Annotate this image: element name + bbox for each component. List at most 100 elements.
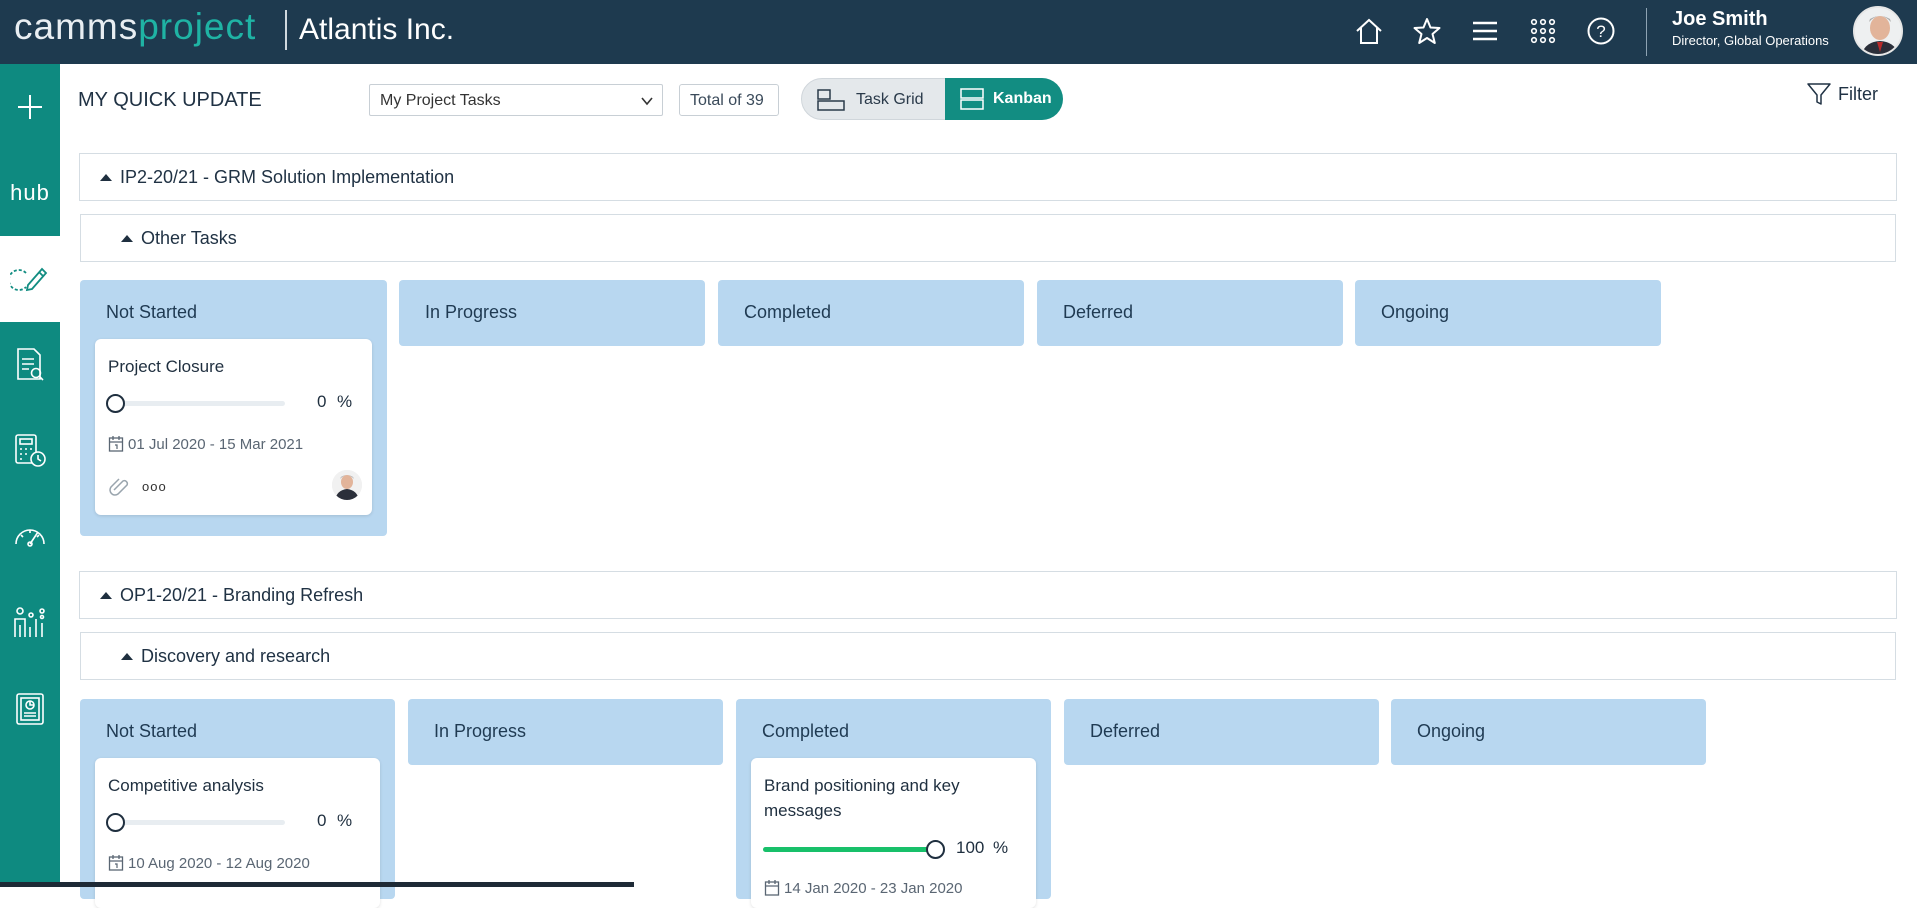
calendar-icon: [108, 855, 124, 871]
calendar-icon: [108, 436, 124, 452]
progress-handle[interactable]: [926, 840, 945, 859]
add-icon[interactable]: [0, 64, 60, 150]
task-dates: 10 Aug 2020 - 12 Aug 2020: [108, 854, 310, 872]
kanban-column-in-progress: In Progress: [408, 699, 723, 765]
task-card[interactable]: Project Closure 0 % 01 Jul 2020 - 15 Mar…: [95, 339, 372, 515]
task-date-range: 14 Jan 2020 - 23 Jan 2020: [784, 879, 963, 897]
kanban-column-not-started: Not Started Competitive analysis 0 % 10 …: [80, 699, 395, 908]
horizontal-scrollbar[interactable]: [0, 882, 634, 887]
subgroup-title: Discovery and research: [141, 645, 331, 666]
assignee-avatar[interactable]: [332, 470, 362, 500]
top-bar: cammsproject Atlantis Inc. ? Joe Smith D…: [0, 0, 1917, 64]
people-chart-icon[interactable]: [0, 580, 60, 666]
subgroup-title: Other Tasks: [141, 227, 237, 248]
subgroup-header[interactable]: Other Tasks: [80, 214, 1896, 262]
sidebar: hub: [0, 64, 60, 887]
user-name[interactable]: Joe Smith: [1672, 8, 1768, 31]
help-icon[interactable]: ?: [1572, 8, 1630, 54]
task-scope-select[interactable]: My Project Tasks: [369, 84, 663, 116]
kanban-column-in-progress: In Progress: [399, 280, 705, 346]
quick-update-icon[interactable]: [0, 236, 60, 322]
kanban-icon: [960, 88, 984, 110]
kanban-button[interactable]: Kanban: [945, 78, 1063, 120]
kanban-column-not-started: Not Started Project Closure 0 % 01 Jul 2…: [80, 280, 387, 536]
task-dates: 14 Jan 2020 - 23 Jan 2020: [764, 879, 962, 897]
percent-sign: %: [337, 811, 353, 830]
star-icon[interactable]: [1398, 8, 1456, 54]
progress-percent: 0: [317, 811, 327, 830]
hub-label: hub: [10, 180, 50, 205]
project-group-header[interactable]: OP1-20/21 - Branding Refresh: [79, 571, 1897, 619]
document-search-icon[interactable]: [0, 322, 60, 408]
task-scope-value: My Project Tasks: [380, 92, 501, 109]
progress-slider[interactable]: [106, 813, 285, 832]
card-footer: ooo: [108, 476, 167, 496]
progress-slider[interactable]: [106, 394, 285, 413]
percent-sign: %: [993, 838, 1009, 857]
task-title: Project Closure: [108, 357, 225, 376]
collapse-caret-icon: [100, 173, 112, 181]
progress-percent: 0: [317, 392, 327, 411]
menu-icon[interactable]: [1456, 8, 1514, 54]
apps-grid-icon[interactable]: [1514, 8, 1572, 54]
chevron-down-icon: [640, 94, 654, 113]
attachment-icon[interactable]: [108, 476, 130, 496]
collapse-caret-icon: [121, 234, 133, 242]
kanban-column-deferred: Deferred: [1064, 699, 1379, 765]
progress-handle[interactable]: [106, 394, 125, 413]
user-role: Director, Global Operations: [1672, 33, 1829, 48]
task-grid-button[interactable]: Task Grid: [816, 88, 924, 112]
kanban-column-completed: Completed Brand positioning and key mess…: [736, 699, 1051, 908]
filter-icon: [1807, 83, 1831, 105]
column-title: Ongoing: [1417, 721, 1486, 741]
filter-label: Filter: [1838, 83, 1878, 104]
task-dates: 01 Jul 2020 - 15 Mar 2021: [108, 435, 303, 453]
column-title: In Progress: [434, 721, 527, 741]
collapse-caret-icon: [100, 591, 112, 599]
task-card[interactable]: Brand positioning and key messages 100 %…: [751, 758, 1036, 908]
progress-handle[interactable]: [106, 813, 125, 832]
task-grid-label: Task Grid: [856, 91, 924, 108]
progress-slider[interactable]: [763, 840, 945, 859]
progress-fill: [763, 847, 935, 852]
kanban-column-deferred: Deferred: [1037, 280, 1343, 346]
kanban-column-ongoing: Ongoing: [1355, 280, 1661, 346]
report-icon[interactable]: [0, 666, 60, 752]
filter-button[interactable]: Filter: [1806, 81, 1878, 107]
task-date-range: 10 Aug 2020 - 12 Aug 2020: [128, 854, 310, 872]
column-title: Ongoing: [1381, 302, 1450, 322]
kanban-column-completed: Completed: [718, 280, 1024, 346]
kanban-column-ongoing: Ongoing: [1391, 699, 1706, 765]
percent-sign: %: [337, 392, 353, 411]
top-icons: ?: [1340, 8, 1630, 54]
project-group-title: IP2-20/21 - GRM Solution Implementation: [120, 166, 455, 187]
hub-logo[interactable]: hub: [0, 150, 60, 236]
project-group-header[interactable]: IP2-20/21 - GRM Solution Implementation: [79, 153, 1897, 201]
collapse-caret-icon: [121, 652, 133, 660]
column-title: Deferred: [1090, 721, 1161, 741]
company-name: Atlantis Inc.: [299, 13, 455, 46]
user-avatar[interactable]: [1853, 6, 1903, 56]
task-title: Competitive analysis: [108, 776, 264, 795]
column-title: Deferred: [1063, 302, 1134, 322]
progress-percent: 100: [956, 838, 985, 857]
view-toggle: Task Grid Kanban: [801, 78, 1063, 120]
app-logo[interactable]: cammsproject: [14, 6, 256, 48]
project-group-title: OP1-20/21 - Branding Refresh: [120, 584, 364, 605]
column-title: Not Started: [106, 721, 198, 741]
task-date-range: 01 Jul 2020 - 15 Mar 2021: [128, 435, 304, 453]
gauge-icon[interactable]: [0, 494, 60, 580]
calculator-clock-icon[interactable]: [0, 408, 60, 494]
more-options-icon[interactable]: ooo: [142, 479, 167, 494]
kanban-label: Kanban: [993, 90, 1052, 107]
task-grid-icon: [817, 89, 845, 111]
calendar-icon: [764, 880, 780, 896]
column-title: In Progress: [425, 302, 518, 322]
home-icon[interactable]: [1340, 8, 1398, 54]
total-count: Total of 39: [679, 84, 779, 116]
logo-divider: [285, 10, 287, 50]
user-divider: [1646, 8, 1647, 56]
subgroup-header[interactable]: Discovery and research: [80, 632, 1896, 680]
svg-text:?: ?: [1596, 22, 1605, 41]
column-title: Not Started: [106, 302, 198, 322]
